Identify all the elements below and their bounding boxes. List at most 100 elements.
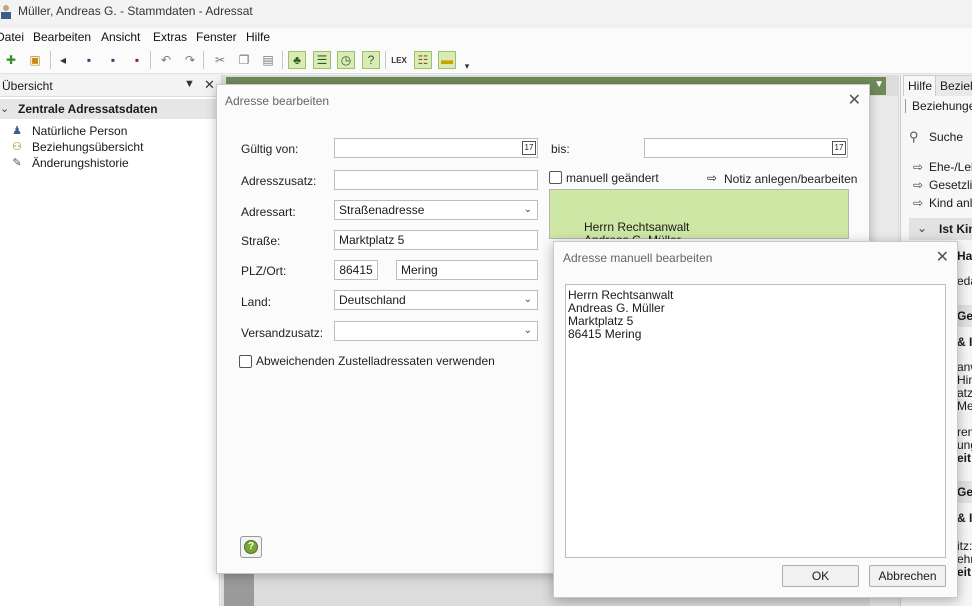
alternate-recipient-checkbox[interactable]: [239, 355, 252, 368]
city-field[interactable]: Mering: [396, 260, 538, 280]
overview-item-label: Natürliche Person: [32, 124, 128, 138]
manual-address-dialog: Adresse manuell bearbeiten ✕ Herrn Recht…: [553, 241, 958, 598]
text-fragment: Mer: [957, 399, 972, 413]
valid-from-field[interactable]: 17: [334, 138, 538, 158]
text-fragment: & I: [957, 511, 972, 525]
menu-datei[interactable]: Datei: [0, 30, 24, 44]
toolbar-separator: [282, 51, 283, 69]
valid-to-label: bis:: [551, 142, 570, 156]
back-icon[interactable]: ◂: [54, 51, 72, 69]
street-field[interactable]: Marktplatz 5: [334, 230, 538, 250]
shipping-suffix-select[interactable]: ⌄: [334, 321, 538, 341]
overview-item-history[interactable]: ✎ Änderungshistorie: [10, 155, 210, 171]
history-icon: ✎: [12, 157, 22, 169]
list-icon[interactable]: ☰: [313, 51, 331, 69]
overview-item-natural-person[interactable]: ♟ Natürliche Person: [10, 123, 210, 139]
search-icon[interactable]: ⚲: [909, 129, 919, 145]
tab-beziehungen[interactable]: Beziehu: [935, 75, 972, 96]
help-circle-icon[interactable]: ?: [362, 51, 380, 69]
relation-link[interactable]: Ehe-/Leb: [929, 160, 972, 174]
text-fragment: Ge: [957, 309, 972, 323]
overview-item-label: Änderungshistorie: [32, 156, 129, 170]
copy-icon[interactable]: ❐: [235, 51, 253, 69]
relation-link[interactable]: Kind anle: [929, 196, 972, 210]
tab-hilfe[interactable]: Hilfe: [903, 75, 938, 96]
redo-icon[interactable]: ↷: [181, 51, 199, 69]
chevron-down-icon[interactable]: ⌄: [524, 294, 532, 305]
undo-icon[interactable]: ↶: [157, 51, 175, 69]
arrow-right-icon: ⇨: [913, 178, 924, 192]
close-icon[interactable]: ✕: [204, 77, 215, 93]
chevron-down-icon[interactable]: ▼: [874, 79, 884, 90]
address-type-value: Straßenadresse: [339, 203, 425, 217]
text-fragment: Hin: [957, 373, 972, 387]
section-title: Ist Kin: [939, 222, 972, 236]
menu-extras[interactable]: Extras: [153, 30, 187, 44]
relations-icon: ⚇: [12, 141, 22, 153]
paste-icon[interactable]: ▤: [259, 51, 277, 69]
toolbar-overflow-icon[interactable]: ▾: [462, 57, 472, 75]
arrow-right-icon[interactable]: ⇨: [707, 171, 717, 185]
group-header[interactable]: ⌄ Zentrale Adressatsdaten: [0, 99, 220, 119]
zip-field[interactable]: 86415: [334, 260, 378, 280]
menu-fenster[interactable]: Fenster: [196, 30, 237, 44]
menu-hilfe[interactable]: Hilfe: [246, 30, 270, 44]
cut-icon[interactable]: ✂: [211, 51, 229, 69]
text-fragment: ung: [957, 438, 972, 452]
chevron-down-icon[interactable]: ⌄: [0, 102, 9, 115]
chevron-down-icon[interactable]: ⌄: [524, 204, 532, 215]
valid-to-field[interactable]: 17: [644, 138, 848, 158]
close-icon[interactable]: ✕: [848, 90, 861, 110]
menu-bearbeiten[interactable]: Bearbeiten: [33, 30, 91, 44]
overview-item-label: Beziehungsübersicht: [32, 140, 144, 154]
toolbar-separator: [203, 51, 204, 69]
contacts-icon[interactable]: ☷: [414, 51, 432, 69]
arrow-right-icon: ⇨: [913, 196, 924, 210]
group-title: Zentrale Adressatsdaten: [18, 102, 158, 116]
new-icon[interactable]: ✚: [2, 51, 20, 69]
calendar-icon[interactable]: 17: [832, 141, 846, 155]
close-icon[interactable]: ✕: [936, 247, 949, 267]
text-fragment: edat: [957, 274, 972, 288]
text-fragment: anw: [957, 360, 972, 374]
chevron-down-icon[interactable]: ⌄: [917, 221, 927, 235]
open-folder-icon[interactable]: ▣: [26, 51, 44, 69]
history-clock-icon[interactable]: ◷: [337, 51, 355, 69]
ok-button[interactable]: OK: [782, 565, 859, 587]
save-icon[interactable]: ▪: [80, 51, 98, 69]
manual-address-textarea[interactable]: Herrn Rechtsanwalt Andreas G. Müller Mar…: [565, 284, 946, 558]
lex-icon[interactable]: LEX: [390, 51, 408, 69]
title-bar: Müller, Andreas G. - Stammdaten - Adress…: [0, 0, 972, 24]
calendar-icon[interactable]: 17: [522, 141, 536, 155]
text-fragment: & I: [957, 335, 972, 349]
search-link[interactable]: Suche: [929, 130, 963, 144]
dialog-title: Adresse bearbeiten: [225, 94, 330, 108]
person-icon: ♟: [12, 125, 22, 137]
tree-icon[interactable]: ♣: [288, 51, 306, 69]
manually-changed-checkbox[interactable]: [549, 171, 562, 184]
overview-panel-header: Übersicht ▼ ✕: [0, 75, 220, 97]
country-select[interactable]: Deutschland ⌄: [334, 290, 538, 310]
preview-line: Andreas G. Müller: [584, 233, 681, 239]
save-all-icon[interactable]: ▪: [104, 51, 122, 69]
window-title: Müller, Andreas G. - Stammdaten - Adress…: [18, 4, 253, 18]
save-close-icon[interactable]: ▪: [128, 51, 146, 69]
address-type-select[interactable]: Straßenadresse ⌄: [334, 200, 538, 220]
overview-panel: Übersicht ▼ ✕ ⌄ Zentrale Adressatsdaten …: [0, 75, 220, 606]
note-icon[interactable]: ▬: [438, 51, 456, 69]
street-label: Straße:: [241, 234, 281, 248]
menu-ansicht[interactable]: Ansicht: [101, 30, 140, 44]
valid-from-label: Gültig von:: [241, 142, 299, 156]
alternate-recipient-label: Abweichenden Zustelladressaten verwenden: [256, 354, 495, 368]
help-button[interactable]: ?: [240, 536, 262, 558]
relation-link[interactable]: Gesetzlic: [929, 178, 972, 192]
address-suffix-field[interactable]: [334, 170, 538, 190]
overview-item-relations[interactable]: ⚇ Beziehungsübersicht: [10, 139, 210, 155]
cancel-button[interactable]: Abbrechen: [869, 565, 946, 587]
chevron-down-icon[interactable]: ⌄: [524, 325, 532, 336]
section-header[interactable]: ⌄ Ist Kin: [909, 218, 972, 240]
pin-icon[interactable]: ▼: [184, 78, 195, 90]
text-fragment: eit:: [957, 451, 972, 465]
note-link[interactable]: Notiz anlegen/bearbeiten: [724, 172, 857, 186]
text-fragment: renn: [957, 425, 972, 439]
